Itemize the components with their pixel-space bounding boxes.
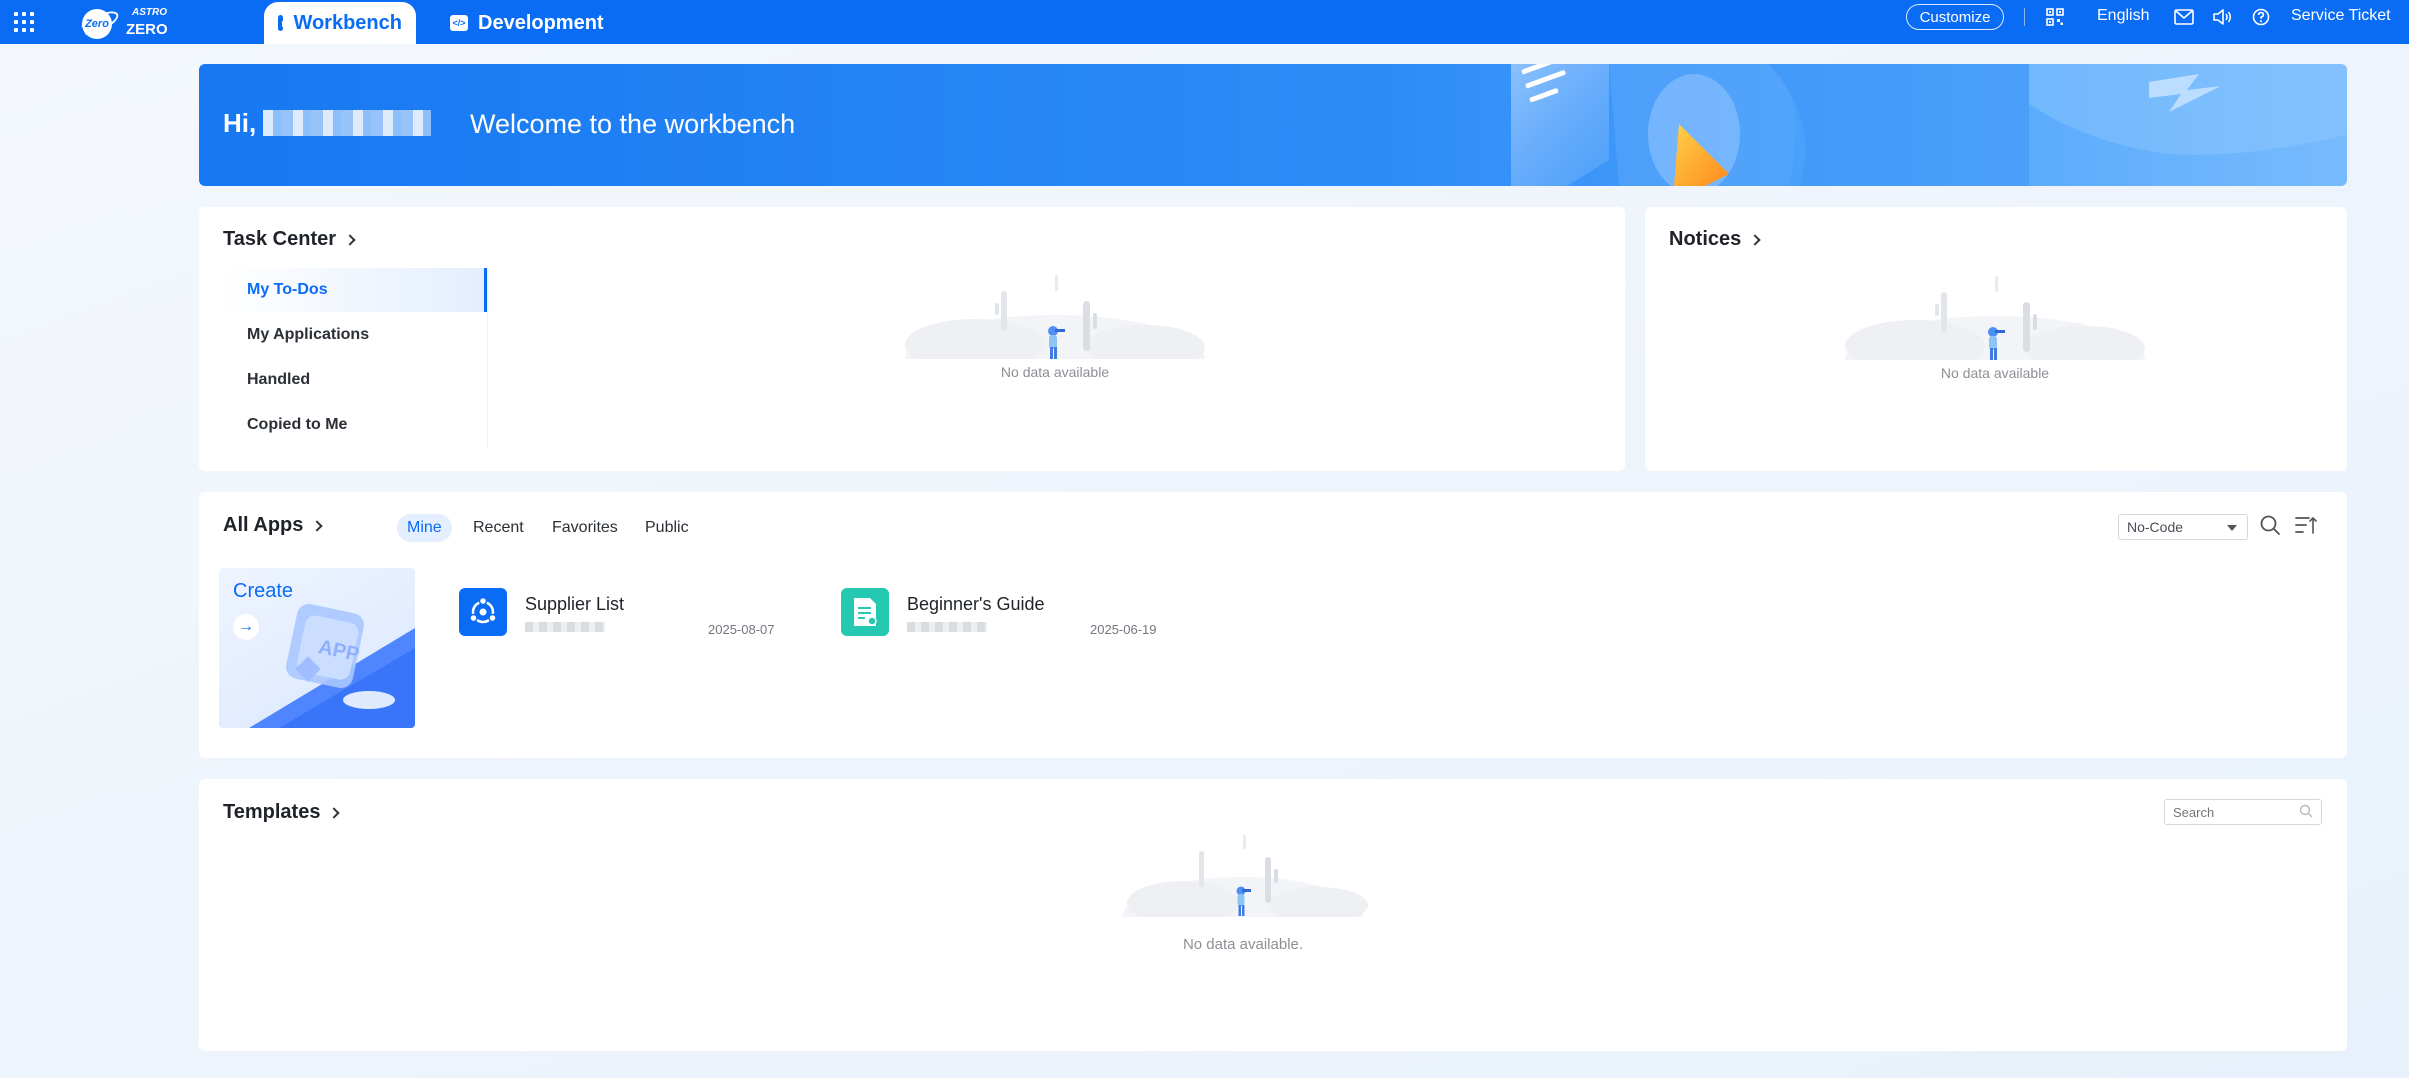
mail-icon[interactable] xyxy=(2173,6,2195,28)
supplier-app-icon xyxy=(459,588,507,636)
app-name: Beginner's Guide xyxy=(907,594,1045,614)
menu-divider xyxy=(487,267,488,447)
arrow-right-icon: → xyxy=(233,614,259,640)
templates-title[interactable]: Templates xyxy=(223,801,341,824)
notices-title[interactable]: Notices xyxy=(1669,228,1761,251)
logo[interactable]: Zero ASTRO ZERO xyxy=(76,2,168,42)
menu-item-copied-to-me[interactable]: Copied to Me xyxy=(223,403,487,447)
empty-message: No data available. xyxy=(1182,936,1304,953)
app-date: 2025-06-19 xyxy=(1090,622,1157,637)
greeting-text: Hi, xyxy=(223,108,257,138)
todos-empty-state: No data available xyxy=(895,267,1215,403)
masked-owner xyxy=(907,622,987,632)
filter-public[interactable]: Public xyxy=(635,514,699,542)
notices-empty-state: No data available xyxy=(1835,268,2155,404)
tab-development[interactable]: </> Development xyxy=(436,2,618,44)
task-center-title[interactable]: Task Center xyxy=(223,228,356,251)
empty-message: No data available xyxy=(1940,365,2050,381)
masked-owner xyxy=(525,622,605,632)
search-icon xyxy=(2296,801,2316,821)
app-card-supplier-list[interactable]: Supplier List 2025-08-07 xyxy=(459,588,779,644)
caret-down-icon xyxy=(2227,525,2237,531)
app-card-beginners-guide[interactable]: Beginner's Guide 2025-06-19 xyxy=(841,588,1161,644)
sort-icon[interactable] xyxy=(2295,514,2317,536)
empty-message: No data available xyxy=(1000,364,1110,380)
chevron-right-icon xyxy=(344,233,356,246)
all-apps-title[interactable]: All Apps xyxy=(223,514,324,537)
chevron-right-icon xyxy=(1749,233,1761,246)
templates-empty-state: No data available. xyxy=(1113,821,1373,957)
create-label: Create xyxy=(233,580,294,602)
app-date: 2025-08-07 xyxy=(708,622,775,637)
masked-username xyxy=(263,110,431,136)
create-app-card[interactable]: APP Create → xyxy=(219,568,415,728)
empty-desert-illustration xyxy=(1845,276,2145,404)
menu-item-my-todos[interactable]: My To-Dos xyxy=(223,268,487,312)
logo-top-text: ASTRO xyxy=(132,6,167,18)
tab-label: Workbench xyxy=(293,11,402,34)
menu-item-my-applications[interactable]: My Applications xyxy=(223,313,487,357)
filter-recent[interactable]: Recent xyxy=(463,514,534,542)
menu-item-handled[interactable]: Handled xyxy=(223,358,487,402)
search-icon[interactable] xyxy=(2259,514,2281,536)
qr-code-icon[interactable] xyxy=(2044,6,2066,28)
help-icon[interactable] xyxy=(2250,6,2272,28)
app-type-select[interactable]: No-Code xyxy=(2118,514,2248,540)
divider xyxy=(2024,8,2025,26)
welcome-text: Welcome to the workbench xyxy=(470,109,796,139)
filter-mine[interactable]: Mine xyxy=(397,514,452,542)
code-icon: </> xyxy=(450,15,468,31)
chevron-right-icon xyxy=(328,806,341,819)
filter-favorites[interactable]: Favorites xyxy=(542,514,628,542)
empty-desert-illustration xyxy=(1123,835,1368,957)
customize-button[interactable]: Customize xyxy=(1906,4,2004,30)
language-switch[interactable]: English xyxy=(2097,7,2149,25)
all-apps-card: All Apps Mine Recent Favorites Public No… xyxy=(199,492,2347,758)
banner-illustration xyxy=(1511,64,2347,186)
welcome-banner: Hi, Welcome to the workbench xyxy=(199,64,2347,186)
task-center-card: Task Center My To-Dos My Applications Ha… xyxy=(199,207,1625,471)
chevron-right-icon xyxy=(311,519,324,532)
apps-grid-icon[interactable] xyxy=(14,12,34,32)
tab-workbench[interactable]: Workbench xyxy=(264,2,416,44)
tab-label: Development xyxy=(478,11,604,34)
logo-bottom-text: ZERO xyxy=(126,20,168,38)
speaker-icon[interactable] xyxy=(2211,6,2233,28)
logo-mark-icon: Zero xyxy=(76,5,122,40)
templates-card: Templates No data available. xyxy=(199,779,2347,1051)
app-name: Supplier List xyxy=(525,594,625,614)
workbench-icon xyxy=(278,15,292,31)
guide-app-icon xyxy=(841,588,889,636)
service-ticket-link[interactable]: Service Ticket xyxy=(2291,7,2391,25)
empty-desert-illustration xyxy=(905,275,1205,403)
notices-card: Notices No data available xyxy=(1645,207,2347,471)
top-bar: Zero ASTRO ZERO Workbench </> Developmen… xyxy=(0,0,2409,44)
